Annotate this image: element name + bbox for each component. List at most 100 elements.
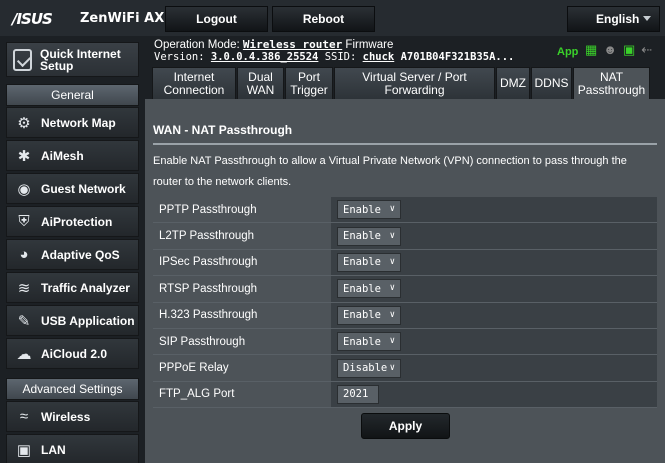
usb-status-icon[interactable]: ⇠ <box>641 42 652 58</box>
chevron-down-icon: ∨ <box>389 336 395 347</box>
quick-setup-label: Quick Internet Setup <box>40 46 121 73</box>
advanced-settings-header: Advanced Settings <box>6 378 139 400</box>
sidebar-item-label: Traffic Analyzer <box>41 280 130 295</box>
chevron-down-icon: ∨ <box>389 362 395 373</box>
status-header: Operation Mode: Wireless router Firmware… <box>152 37 662 67</box>
row-label: IPSec Passthrough <box>153 249 331 276</box>
chevron-down-icon: ∨ <box>389 204 395 215</box>
row-label: RTSP Passthrough <box>153 276 331 302</box>
page-description: Enable NAT Passthrough to allow a Virtua… <box>153 155 627 188</box>
settings-table: PPTP Passthrough Enable ∨ L2TP Passthroug… <box>153 197 657 409</box>
apply-button[interactable]: Apply <box>361 413 450 439</box>
internet-status-icon[interactable]: ▣ <box>623 42 635 58</box>
tab-virtual-server[interactable]: Virtual Server / Port Forwarding <box>334 67 495 99</box>
status-icons: ▦ ☻ ▣ ⇠ <box>585 42 652 58</box>
ipsec-passthrough-select[interactable]: Enable ∨ <box>337 252 401 272</box>
tab-dual-wan[interactable]: Dual WAN <box>237 67 284 99</box>
sidebar-item-label: LAN <box>41 442 66 457</box>
select-value: Enable <box>343 256 381 269</box>
sidebar-item-label: Guest Network <box>41 181 126 196</box>
wireless-icon: ≈ <box>19 408 29 425</box>
sidebar-item-aiprotection[interactable]: ⛨ AiProtection <box>6 206 139 237</box>
table-row: PPTP Passthrough Enable ∨ <box>153 197 657 224</box>
sidebar-item-network-map[interactable]: ⚙ Network Map <box>6 107 139 138</box>
app-label[interactable]: App <box>557 46 578 58</box>
sidebar-item-label: Wireless <box>41 409 91 424</box>
row-label: L2TP Passthrough <box>153 223 331 249</box>
sidebar-item-guest-network[interactable]: ◉ Guest Network <box>6 173 139 204</box>
sidebar-item-label: AiProtection <box>41 214 113 229</box>
clients-icon[interactable]: ☻ <box>603 42 617 58</box>
chevron-down-icon: ∨ <box>389 256 395 267</box>
table-row: RTSP Passthrough Enable ∨ <box>153 276 657 303</box>
language-select[interactable]: English <box>567 6 660 32</box>
select-value: Disable <box>343 362 388 375</box>
qr-app-icon[interactable]: ▦ <box>585 42 597 58</box>
sidebar-item-adaptive-qos[interactable]: ◕ Adaptive QoS <box>6 239 139 270</box>
ftp-alg-port-input[interactable]: 2021 <box>337 384 379 404</box>
sidebar-item-label: Adaptive QoS <box>41 247 120 262</box>
adaptive-qos-icon: ◕ <box>19 246 29 263</box>
logout-button[interactable]: Logout <box>165 6 268 32</box>
language-label: English <box>596 12 640 26</box>
table-row: IPSec Passthrough Enable ∨ <box>153 249 657 277</box>
select-value: Enable <box>343 335 381 348</box>
version-label: Version: <box>154 51 205 63</box>
ssid-extra: A701B04F321B35A... <box>400 51 515 63</box>
sidebar-item-aimesh[interactable]: ✱ AiMesh <box>6 140 139 171</box>
ssid-label: SSID: <box>324 51 357 63</box>
row-label: H.323 Passthrough <box>153 302 331 328</box>
quick-internet-setup-button[interactable]: Quick Internet Setup <box>6 42 139 77</box>
op-mode-label: Operation Mode: <box>154 39 240 51</box>
l2tp-passthrough-select[interactable]: Enable ∨ <box>337 226 401 246</box>
chevron-down-icon: ∨ <box>389 230 395 241</box>
sidebar-item-label: Network Map <box>41 115 116 130</box>
row-label: PPTP Passthrough <box>153 197 331 223</box>
tab-internet-connection[interactable]: Internet Connection <box>152 67 236 99</box>
version-line: Version: 3.0.0.4.386_25524 SSID: chuck A… <box>154 51 514 63</box>
tab-dmz[interactable]: DMZ <box>496 67 530 99</box>
firmware-version-link[interactable]: 3.0.0.4.386_25524 <box>211 51 318 63</box>
model-name: ZenWiFi AX <box>80 11 165 26</box>
tab-port-trigger[interactable]: Port Trigger <box>285 67 333 99</box>
op-mode-link[interactable]: Wireless router <box>243 38 342 51</box>
usb-application-icon: ✎ <box>17 312 31 330</box>
sidebar: Quick Internet Setup General ⚙ Network M… <box>0 36 145 463</box>
rtsp-passthrough-select[interactable]: Enable ∨ <box>337 279 401 299</box>
sidebar-item-wireless[interactable]: ≈ Wireless <box>6 401 139 432</box>
pppoe-relay-select[interactable]: Disable ∨ <box>337 358 401 378</box>
sidebar-item-aicloud[interactable]: ☁ AiCloud 2.0 <box>6 338 139 369</box>
h323-passthrough-select[interactable]: Enable ∨ <box>337 305 401 325</box>
lan-icon: ▣ <box>16 441 32 459</box>
guest-network-icon: ◉ <box>17 180 31 198</box>
chevron-down-icon <box>643 16 651 21</box>
tab-bar: Internet Connection Dual WAN Port Trigge… <box>152 67 651 99</box>
sidebar-item-label: AiCloud 2.0 <box>41 346 108 361</box>
page-title: WAN - NAT Passthrough <box>153 123 293 137</box>
tab-nat-passthrough[interactable]: NAT Passthrough <box>573 67 650 99</box>
aiprotection-icon: ⛨ <box>18 213 30 230</box>
pptp-passthrough-select[interactable]: Enable ∨ <box>337 200 401 220</box>
ssid-link[interactable]: chuck <box>363 51 395 63</box>
aicloud-icon: ☁ <box>16 345 32 363</box>
aimesh-icon: ✱ <box>17 147 31 165</box>
sidebar-item-label: AiMesh <box>41 148 84 163</box>
asus-logo: /ISUS <box>12 10 53 28</box>
general-section-header: General <box>6 84 139 106</box>
reboot-button[interactable]: Reboot <box>272 6 375 32</box>
table-row: SIP Passthrough Enable ∨ <box>153 328 657 356</box>
row-label: PPPoE Relay <box>153 355 331 381</box>
select-value: Enable <box>343 203 381 216</box>
sidebar-item-lan[interactable]: ▣ LAN <box>6 434 139 463</box>
operation-mode-line: Operation Mode: Wireless router Firmware <box>154 38 393 51</box>
row-label: SIP Passthrough <box>153 328 331 355</box>
top-bar: /ISUS ZenWiFi AX Logout Reboot English <box>0 0 665 36</box>
sidebar-item-usb-application[interactable]: ✎ USB Application <box>6 305 139 336</box>
sidebar-item-label: USB Application <box>41 313 135 328</box>
table-row: PPPoE Relay Disable ∨ <box>153 355 657 382</box>
tab-ddns[interactable]: DDNS <box>531 67 572 99</box>
sidebar-item-traffic-analyzer[interactable]: ≋ Traffic Analyzer <box>6 272 139 303</box>
sip-passthrough-select[interactable]: Enable ∨ <box>337 332 401 352</box>
firmware-label: Firmware <box>345 39 394 51</box>
select-value: Enable <box>343 309 381 322</box>
